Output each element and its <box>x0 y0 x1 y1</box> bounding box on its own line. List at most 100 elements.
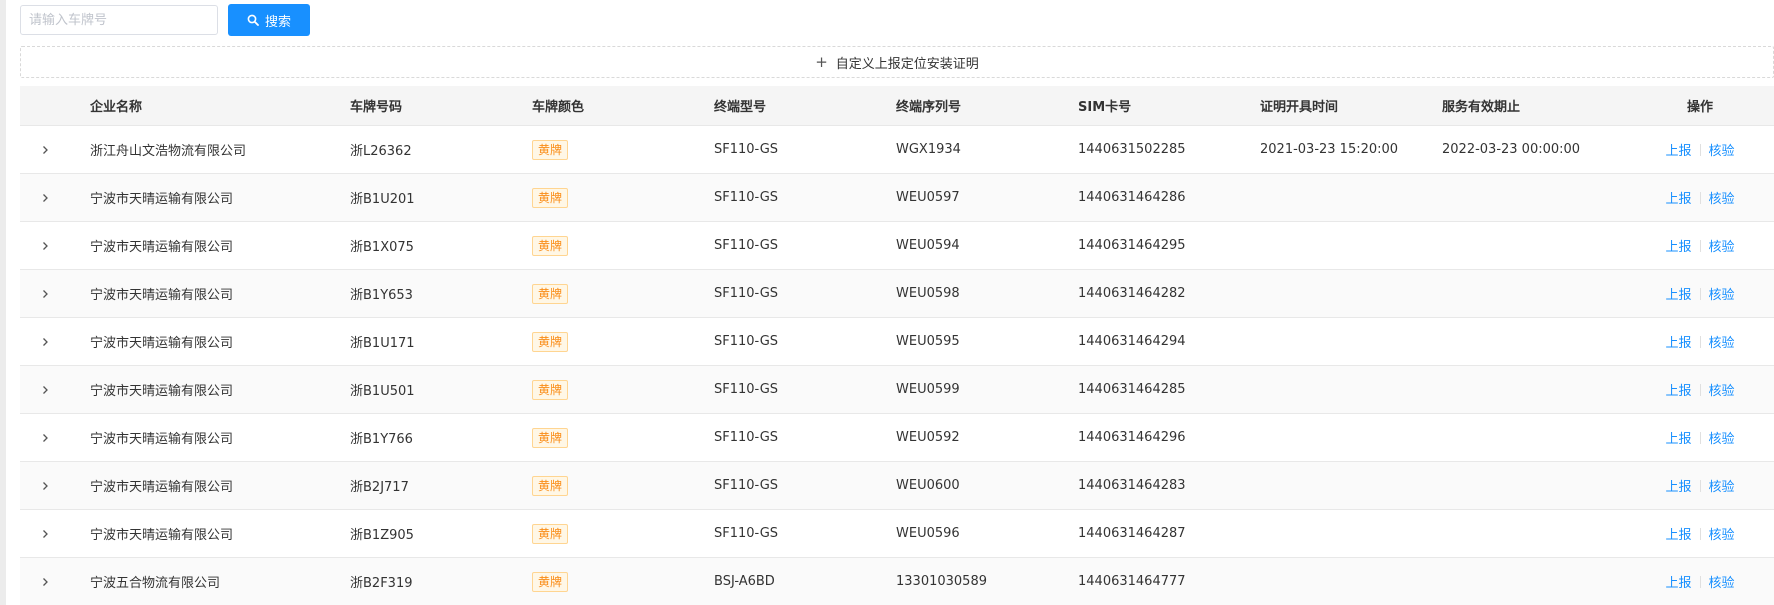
action-divider <box>1699 383 1701 396</box>
header-expand <box>20 86 70 125</box>
plate-search-input[interactable] <box>20 5 218 35</box>
report-link[interactable]: 上报 <box>1665 236 1691 255</box>
cell-terminal-model: SF110-GS <box>714 382 779 397</box>
cell-plate: 浙L26362 <box>350 144 412 159</box>
chevron-right-icon <box>40 433 50 443</box>
report-link[interactable]: 上报 <box>1665 380 1691 399</box>
cell-terminal-serial: WEU0592 <box>896 430 960 445</box>
verify-link[interactable]: 核验 <box>1709 476 1735 495</box>
row-expand-button[interactable] <box>20 414 70 461</box>
verify-link[interactable]: 核验 <box>1709 572 1735 591</box>
cell-issued-time: 2021-03-23 15:20:00 <box>1260 142 1399 157</box>
cell-actions: 上报 核验 <box>1650 222 1750 269</box>
plate-color-tag: 黄牌 <box>532 331 569 352</box>
cell-terminal-model: SF110-GS <box>714 238 779 253</box>
chevron-right-icon <box>40 145 50 155</box>
cell-plate-color: 黄牌 <box>532 510 569 557</box>
action-divider <box>1699 287 1701 300</box>
report-link[interactable]: 上报 <box>1665 572 1691 591</box>
cell-valid-until: 2022-03-23 00:00:00 <box>1442 142 1581 157</box>
cell-enterprise: 宁波市天晴运输有限公司 <box>90 432 234 447</box>
cell-sim: 1440631464296 <box>1078 430 1186 445</box>
custom-report-button[interactable]: + 自定义上报定位安装证明 <box>20 46 1774 78</box>
table-row: 宁波市天晴运输有限公司 浙B1X075 黄牌 SF110-GS WEU0594 14406… <box>20 222 1774 270</box>
cell-terminal-model: SF110-GS <box>714 430 779 445</box>
cell-sim: 1440631502285 <box>1078 142 1186 157</box>
cell-sim: 1440631464286 <box>1078 190 1186 205</box>
action-divider <box>1699 527 1701 540</box>
cell-sim: 1440631464294 <box>1078 334 1186 349</box>
cell-sim: 1440631464287 <box>1078 526 1186 541</box>
row-expand-button[interactable] <box>20 558 70 605</box>
verify-link[interactable]: 核验 <box>1709 380 1735 399</box>
cell-plate: 浙B1U171 <box>350 336 415 351</box>
table-header: 企业名称 车牌号码 车牌颜色 终端型号 终端序列号 SIM卡号 证明开具时间 服… <box>20 86 1774 126</box>
row-expand-button[interactable] <box>20 174 70 221</box>
verify-link[interactable]: 核验 <box>1709 284 1735 303</box>
row-expand-button[interactable] <box>20 126 70 173</box>
report-link[interactable]: 上报 <box>1665 284 1691 303</box>
cell-plate-color: 黄牌 <box>532 222 569 269</box>
chevron-right-icon <box>40 241 50 251</box>
cell-enterprise: 宁波市天晴运输有限公司 <box>90 528 234 543</box>
report-link[interactable]: 上报 <box>1665 476 1691 495</box>
cell-terminal-serial: WEU0600 <box>896 478 960 493</box>
report-link[interactable]: 上报 <box>1665 188 1691 207</box>
action-divider <box>1699 335 1701 348</box>
cell-terminal-serial: WEU0599 <box>896 382 960 397</box>
row-expand-button[interactable] <box>20 222 70 269</box>
cell-actions: 上报 核验 <box>1650 270 1750 317</box>
verify-link[interactable]: 核验 <box>1709 524 1735 543</box>
search-icon <box>247 14 259 26</box>
verify-link[interactable]: 核验 <box>1709 428 1735 447</box>
cell-actions: 上报 核验 <box>1650 510 1750 557</box>
plate-color-tag: 黄牌 <box>532 187 569 208</box>
cell-plate-color: 黄牌 <box>532 462 569 509</box>
row-expand-button[interactable] <box>20 270 70 317</box>
cell-plate-color: 黄牌 <box>532 126 569 173</box>
cell-terminal-serial: 13301030589 <box>896 574 987 589</box>
table-row: 宁波市天晴运输有限公司 浙B1Z905 黄牌 SF110-GS WEU0596 14406… <box>20 510 1774 558</box>
table-row: 宁波市天晴运输有限公司 浙B1U171 黄牌 SF110-GS WEU0595 14406… <box>20 318 1774 366</box>
report-link[interactable]: 上报 <box>1665 140 1691 159</box>
cell-enterprise: 宁波市天晴运输有限公司 <box>90 288 234 303</box>
chevron-right-icon <box>40 577 50 587</box>
report-link[interactable]: 上报 <box>1665 428 1691 447</box>
cell-enterprise: 宁波市天晴运输有限公司 <box>90 384 234 399</box>
row-expand-button[interactable] <box>20 462 70 509</box>
cell-actions: 上报 核验 <box>1650 414 1750 461</box>
table-row: 宁波市天晴运输有限公司 浙B2J717 黄牌 SF110-GS WEU0600 14406… <box>20 462 1774 510</box>
custom-report-label: 自定义上报定位安装证明 <box>835 56 979 72</box>
cell-plate-color: 黄牌 <box>532 366 569 413</box>
header-plate-color: 车牌颜色 <box>532 100 585 115</box>
plate-color-tag: 黄牌 <box>532 379 569 400</box>
plate-color-tag: 黄牌 <box>532 283 569 304</box>
verify-link[interactable]: 核验 <box>1709 236 1735 255</box>
report-link[interactable]: 上报 <box>1665 524 1691 543</box>
cell-terminal-model: SF110-GS <box>714 286 779 301</box>
cell-sim: 1440631464285 <box>1078 382 1186 397</box>
cell-plate-color: 黄牌 <box>532 270 569 317</box>
search-button[interactable]: 搜索 <box>228 4 310 36</box>
vehicle-table: 企业名称 车牌号码 车牌颜色 终端型号 终端序列号 SIM卡号 证明开具时间 服… <box>20 86 1774 605</box>
header-valid-until: 服务有效期止 <box>1442 100 1521 115</box>
action-divider <box>1699 191 1701 204</box>
table-row: 宁波市天晴运输有限公司 浙B1Y653 黄牌 SF110-GS WEU0598 14406… <box>20 270 1774 318</box>
verify-link[interactable]: 核验 <box>1709 140 1735 159</box>
cell-sim: 1440631464282 <box>1078 286 1186 301</box>
chevron-right-icon <box>40 289 50 299</box>
report-link[interactable]: 上报 <box>1665 332 1691 351</box>
plate-color-tag: 黄牌 <box>532 571 569 592</box>
row-expand-button[interactable] <box>20 318 70 365</box>
cell-sim: 1440631464283 <box>1078 478 1186 493</box>
cell-enterprise: 宁波市天晴运输有限公司 <box>90 480 234 495</box>
header-plate: 车牌号码 <box>350 100 403 115</box>
plate-color-tag: 黄牌 <box>532 475 569 496</box>
plate-color-tag: 黄牌 <box>532 523 569 544</box>
row-expand-button[interactable] <box>20 366 70 413</box>
verify-link[interactable]: 核验 <box>1709 188 1735 207</box>
row-expand-button[interactable] <box>20 510 70 557</box>
action-divider <box>1699 143 1701 156</box>
verify-link[interactable]: 核验 <box>1709 332 1735 351</box>
cell-actions: 上报 核验 <box>1650 462 1750 509</box>
